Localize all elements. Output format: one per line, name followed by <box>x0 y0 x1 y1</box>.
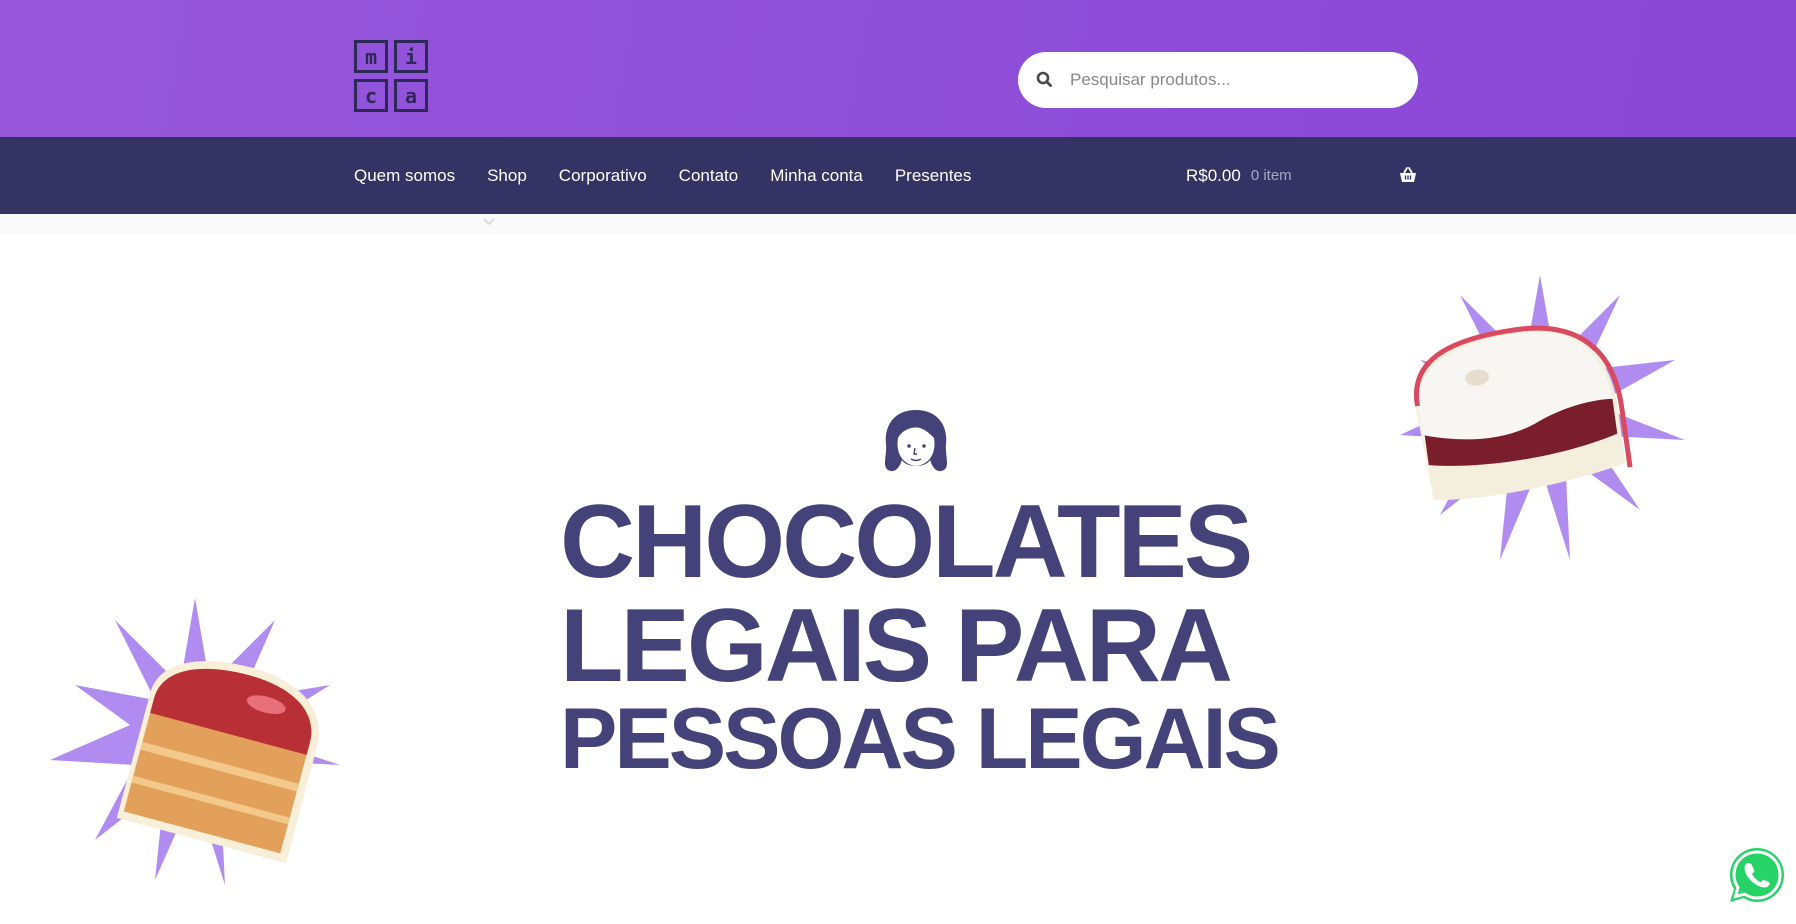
site-logo[interactable]: m i c a <box>354 40 430 114</box>
chevron-down-icon[interactable] <box>482 217 496 227</box>
cart-total: R$0.00 <box>1186 165 1241 185</box>
search-input[interactable] <box>1068 69 1392 91</box>
logo-letter: i <box>394 40 428 73</box>
nav-menu: Quem somos Shop Corporativo Contato Minh… <box>354 137 1003 214</box>
hero-line-2: LEGAIS PARA <box>560 588 1233 704</box>
girl-face-icon <box>884 410 948 472</box>
nav-item-presentes[interactable]: Presentes <box>895 166 972 186</box>
hero-line-1: CHOCOLATES <box>560 484 1253 600</box>
nav-item-quem-somos[interactable]: Quem somos <box>354 166 455 186</box>
search-box <box>1018 52 1418 108</box>
logo-letter: c <box>354 79 388 112</box>
sub-navigation-bar <box>0 214 1796 234</box>
hero-headline: CHOCOLATES LEGAIS PARA PESSOAS LEGAIS <box>560 484 1281 787</box>
nav-item-shop[interactable]: Shop <box>487 166 527 186</box>
primary-navigation: Quem somos Shop Corporativo Contato Minh… <box>0 137 1796 214</box>
search-icon[interactable] <box>1034 69 1056 91</box>
hero-line-3: PESSOAS LEGAIS <box>560 691 1281 787</box>
basket-icon[interactable] <box>1398 165 1418 185</box>
bonbon-illustration-left <box>50 598 340 885</box>
logo-letter: m <box>354 40 388 73</box>
nav-item-contato[interactable]: Contato <box>679 166 739 186</box>
bonbon-illustration-right <box>1400 275 1685 560</box>
whatsapp-icon[interactable] <box>1724 842 1790 908</box>
nav-item-corporativo[interactable]: Corporativo <box>559 166 647 186</box>
cart-count: 0 item <box>1250 167 1292 184</box>
site-header: m i c a <box>0 0 1796 137</box>
logo-letter: a <box>394 79 428 112</box>
cart-link[interactable]: R$0.00 0 item <box>1186 137 1418 214</box>
nav-item-minha-conta[interactable]: Minha conta <box>770 166 863 186</box>
